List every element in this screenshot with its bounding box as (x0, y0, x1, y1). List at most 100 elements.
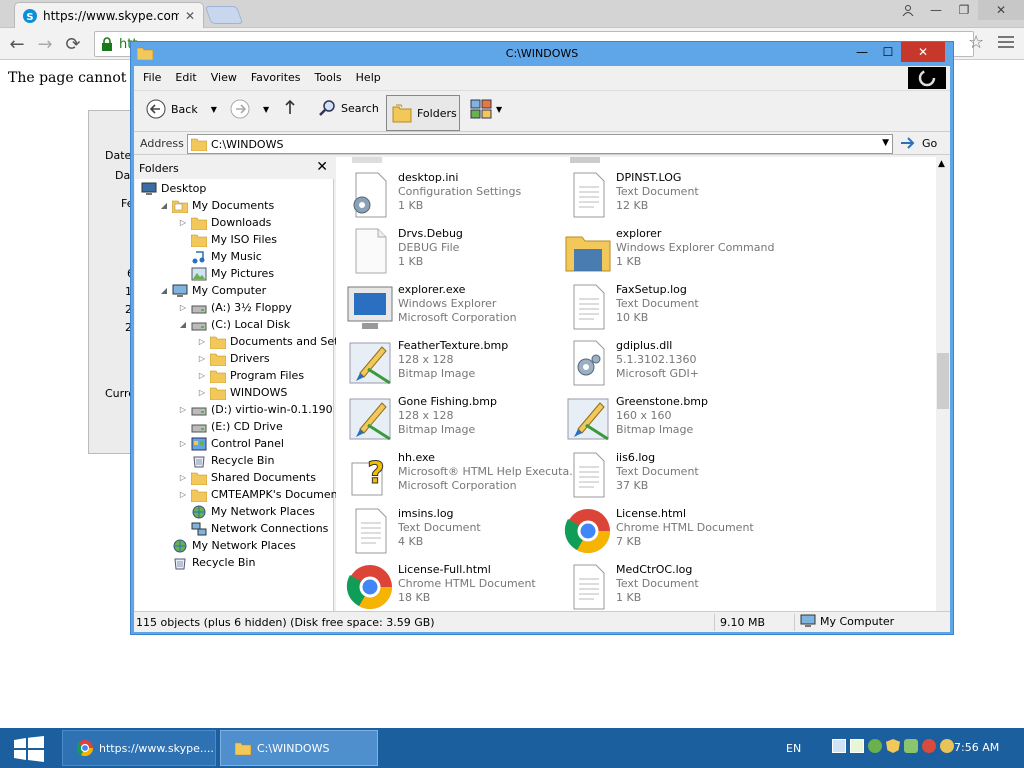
tree-collapse-icon[interactable]: ◢ (160, 286, 168, 295)
file-item[interactable]: desktop.ini Configuration Settings 1 KB (340, 169, 558, 221)
go-button[interactable]: Go (900, 136, 937, 150)
browser-restore-button[interactable]: ❐ (950, 0, 978, 20)
file-item[interactable]: FeatherTexture.bmp 128 x 128 Bitmap Image (340, 337, 558, 389)
search-button[interactable]: Search (318, 99, 379, 117)
tree-expand-icon[interactable]: ▷ (198, 337, 206, 346)
close-pane-icon[interactable]: ✕ (316, 159, 328, 175)
taskbar-explorer[interactable]: C:\WINDOWS (220, 730, 378, 766)
tray-clock-icon[interactable] (940, 739, 954, 753)
maximize-button[interactable]: ☐ (875, 42, 901, 62)
back-dropdown-icon[interactable]: ▼ (211, 105, 217, 114)
browser-minimize-button[interactable]: — (922, 0, 950, 20)
reload-icon[interactable]: ⟳ (62, 34, 84, 55)
file-list-vertical-scrollbar[interactable]: ▲ ▼ (936, 157, 950, 629)
tree-expand-icon[interactable]: ▷ (198, 388, 206, 397)
menu-edit[interactable]: Edit (175, 71, 204, 84)
tree-item[interactable]: My Pictures (179, 265, 274, 282)
tray-security-icon[interactable] (922, 739, 936, 753)
tree-item[interactable]: Network Connections (179, 520, 328, 537)
file-item[interactable]: iis6.log Text Document 37 KB (558, 449, 776, 501)
menu-view[interactable]: View (211, 71, 245, 84)
file-item[interactable]: DPINST.LOG Text Document 12 KB (558, 169, 776, 221)
tab-close-icon[interactable]: ✕ (185, 9, 197, 23)
tree-item[interactable]: ▷ Control Panel (179, 435, 284, 452)
file-item[interactable]: MedCtrOC.log Text Document 1 KB (558, 561, 776, 613)
start-button[interactable] (14, 736, 44, 762)
tree-expand-icon[interactable]: ▷ (179, 218, 187, 227)
file-item[interactable]: Gone Fishing.bmp 128 x 128 Bitmap Image (340, 393, 558, 445)
tree-item[interactable]: My Music (179, 248, 262, 265)
tray-document-icon[interactable] (850, 739, 864, 753)
tree-item[interactable]: ▷ WINDOWS (198, 384, 287, 401)
browser-tab[interactable]: S https://www.skype.com/en/ ✕ (14, 2, 204, 28)
file-item[interactable]: License-Full.html Chrome HTML Document 18 … (340, 561, 558, 613)
file-item[interactable]: ? hh.exe Microsoft® HTML Help Executa... Mi… (340, 449, 580, 501)
file-item[interactable]: Drvs.Debug DEBUG File 1 KB (340, 225, 558, 277)
tree-expand-icon[interactable]: ▷ (179, 490, 187, 499)
tree-item[interactable]: Desktop (141, 180, 206, 197)
file-item[interactable]: License.html Chrome HTML Document 7 KB (558, 505, 776, 557)
forward-button[interactable]: ▼ (230, 99, 269, 119)
tree-expand-icon[interactable]: ▷ (179, 473, 187, 482)
file-item[interactable]: Greenstone.bmp 160 x 160 Bitmap Image (558, 393, 776, 445)
tree-item[interactable]: (E:) CD Drive (179, 418, 283, 435)
close-button[interactable]: ✕ (901, 42, 945, 62)
file-item[interactable]: explorer Windows Explorer Command 1 KB (558, 225, 776, 277)
tray-network-icon[interactable] (868, 739, 882, 753)
tree-item[interactable]: ◢ (C:) Local Disk (179, 316, 290, 333)
scroll-thumb[interactable] (937, 353, 949, 409)
new-tab-button[interactable] (204, 6, 244, 24)
tree-item[interactable]: ▷ (D:) virtio-win-0.1.190 (179, 401, 333, 418)
forward-arrow-icon[interactable]: → (34, 34, 56, 55)
scroll-up-icon[interactable]: ▲ (938, 159, 945, 169)
tree-item[interactable]: ▷ CMTEAMPK's Documents (179, 486, 348, 503)
tree-item[interactable]: Recycle Bin (179, 452, 274, 469)
tree-item[interactable]: My ISO Files (179, 231, 277, 248)
views-button[interactable]: ▼ (470, 99, 502, 119)
language-indicator[interactable]: EN (786, 742, 801, 755)
tree-expand-icon[interactable]: ▷ (179, 303, 187, 312)
tree-item[interactable]: My Network Places (160, 537, 296, 554)
up-button[interactable] (284, 99, 296, 115)
user-icon[interactable] (894, 0, 922, 20)
menu-help[interactable]: Help (356, 71, 389, 84)
tree-expand-icon[interactable]: ▷ (198, 371, 206, 380)
folders-button[interactable]: Folders (386, 95, 460, 131)
minimize-button[interactable]: — (849, 42, 875, 62)
file-item[interactable]: imsins.log Text Document 4 KB (340, 505, 558, 557)
tree-collapse-icon[interactable]: ◢ (160, 201, 168, 210)
tree-item[interactable]: ▷ Shared Documents (179, 469, 316, 486)
bookmark-star-icon[interactable]: ☆ (968, 32, 984, 53)
taskbar-chrome[interactable]: https://www.skype.... (62, 730, 216, 766)
tree-item[interactable]: ▷ (A:) 3½ Floppy (179, 299, 292, 316)
menu-favorites[interactable]: Favorites (251, 71, 309, 84)
back-button[interactable]: Back ▼ (146, 99, 217, 119)
back-arrow-icon[interactable]: ← (6, 34, 28, 55)
tray-connections-icon[interactable] (904, 739, 918, 753)
explorer-titlebar[interactable]: C:\WINDOWS — ☐ ✕ (131, 42, 953, 66)
menu-file[interactable]: File (143, 71, 169, 84)
tray-monitor-icon[interactable] (832, 739, 846, 753)
file-item[interactable]: FaxSetup.log Text Document 10 KB (558, 281, 776, 333)
file-item[interactable]: explorer.exe Windows Explorer Microsoft Co… (340, 281, 558, 333)
tree-expand-icon[interactable]: ▷ (179, 405, 187, 414)
views-dropdown-icon[interactable]: ▼ (496, 105, 502, 114)
browser-close-button[interactable]: ✕ (978, 0, 1024, 20)
tray-shield-icon[interactable] (886, 739, 900, 753)
tree-item[interactable]: My Network Places (179, 503, 315, 520)
tree-item[interactable]: ▷ Program Files (198, 367, 304, 384)
menu-tools[interactable]: Tools (315, 71, 350, 84)
forward-dropdown-icon[interactable]: ▼ (263, 105, 269, 114)
tree-item[interactable]: Recycle Bin (160, 554, 255, 571)
address-dropdown-icon[interactable]: ▼ (882, 138, 889, 148)
file-item[interactable]: gdiplus.dll 5.1.3102.1360 Microsoft GDI+ (558, 337, 776, 389)
chrome-menu-icon[interactable] (998, 36, 1014, 51)
tree-item[interactable]: ◢ My Computer (160, 282, 266, 299)
tree-expand-icon[interactable]: ▷ (179, 439, 187, 448)
tree-item[interactable]: ◢ My Documents (160, 197, 274, 214)
tree-item[interactable]: ▷ Drivers (198, 350, 270, 367)
address-input[interactable]: C:\WINDOWS ▼ (187, 134, 893, 154)
clock[interactable]: 7:56 AM (954, 741, 999, 754)
tree-collapse-icon[interactable]: ◢ (179, 320, 187, 329)
tree-item[interactable]: ▷ Downloads (179, 214, 271, 231)
